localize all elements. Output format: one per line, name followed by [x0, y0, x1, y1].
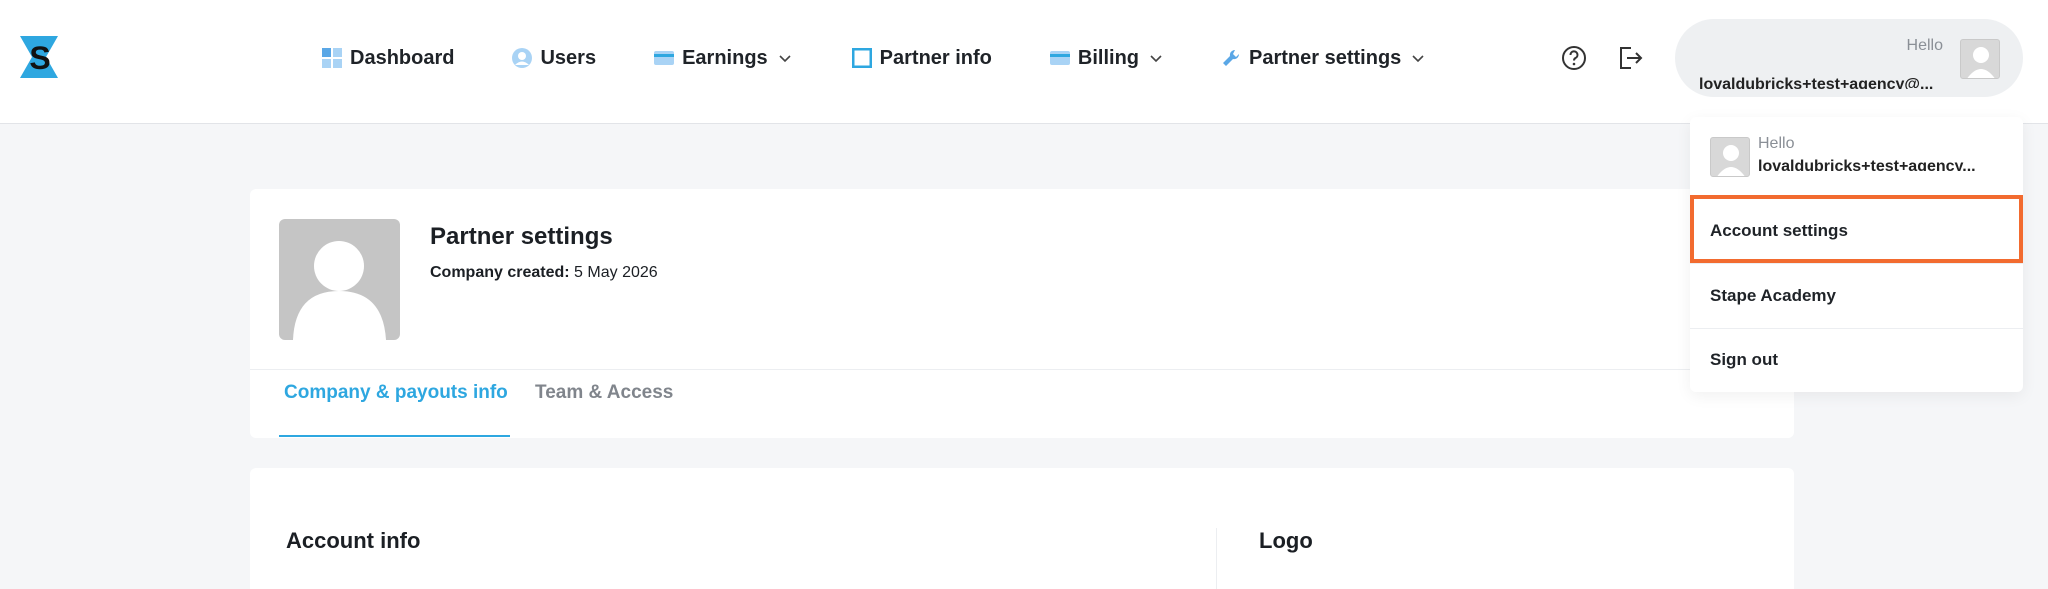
vertical-divider	[1216, 528, 1217, 589]
nav-users-label: Users	[540, 46, 597, 69]
menu-item-account-settings[interactable]: Account settings	[1690, 199, 2023, 263]
avatar	[1960, 39, 2000, 79]
wrench-icon	[1223, 49, 1240, 66]
chevron-down-icon	[1412, 55, 1424, 63]
tab-company-payouts[interactable]: Company & payouts info	[284, 382, 508, 404]
chevron-down-icon	[1150, 55, 1162, 63]
main-nav: Dashboard Users Earnings Partner info Bi…	[322, 38, 1425, 78]
account-info-title: Account info	[286, 528, 421, 553]
logo-section-title: Logo	[1259, 528, 1313, 553]
nav-users[interactable]: Users	[512, 38, 596, 78]
partner-info-icon	[851, 48, 872, 68]
dashboard-icon	[322, 48, 342, 68]
company-created-label: Company created:	[430, 264, 570, 281]
nav-partner-settings[interactable]: Partner settings	[1221, 38, 1425, 78]
dropdown-hello: Hello	[1758, 135, 1795, 152]
company-created-value: 5 May 2026	[574, 264, 658, 281]
partner-header-card: Partner settings Company created: 5 May …	[250, 189, 1794, 438]
question-circle-icon[interactable]	[1560, 44, 1588, 72]
svg-text:S: S	[29, 40, 50, 76]
page-title: Partner settings	[430, 223, 613, 250]
users-icon	[512, 48, 533, 68]
nav-billing[interactable]: Billing	[1049, 38, 1163, 78]
menu-item-stape-academy[interactable]: Stape Academy	[1690, 264, 2023, 328]
nav-earnings-label: Earnings	[682, 46, 768, 69]
user-hello: Hello	[1906, 37, 1943, 54]
divider	[250, 369, 1794, 370]
top-header: S Dashboard Users Earnings Partner info …	[0, 0, 2048, 124]
nav-dashboard-label: Dashboard	[350, 46, 455, 69]
nav-partner-info[interactable]: Partner info	[851, 38, 992, 78]
nav-partner-settings-label: Partner settings	[1249, 46, 1402, 69]
menu-item-sign-out[interactable]: Sign out	[1690, 328, 2023, 392]
dropdown-user-header: Hello lovaldubricks+test+agency...	[1690, 117, 2023, 192]
account-info-card: Account info Logo	[250, 468, 1794, 589]
user-email: lovaldubricks+test+agency@...	[1699, 77, 1934, 89]
nav-earnings[interactable]: Earnings	[654, 38, 792, 78]
user-placeholder-icon	[1717, 145, 1745, 176]
chevron-down-icon	[779, 55, 791, 63]
logout-icon[interactable]	[1616, 44, 1644, 72]
active-tab-indicator	[279, 435, 510, 437]
tab-team-access[interactable]: Team & Access	[535, 382, 673, 404]
user-placeholder-icon	[293, 241, 386, 340]
company-created: Company created: 5 May 2026	[430, 264, 658, 282]
user-placeholder-icon	[1967, 47, 1995, 78]
stape-logo[interactable]: S	[20, 36, 58, 78]
nav-dashboard[interactable]: Dashboard	[322, 38, 454, 78]
avatar	[1710, 137, 1750, 177]
user-menu-toggle[interactable]: Hello lovaldubricks+test+agency@...	[1675, 19, 2023, 97]
company-avatar	[279, 219, 400, 340]
nav-billing-label: Billing	[1077, 46, 1140, 69]
card-icon	[654, 51, 675, 65]
user-dropdown-menu: Hello lovaldubricks+test+agency... Accou…	[1690, 117, 2023, 392]
nav-partner-info-label: Partner info	[879, 46, 992, 69]
dropdown-email: lovaldubricks+test+agency...	[1758, 159, 1976, 171]
card-icon	[1049, 51, 1070, 65]
